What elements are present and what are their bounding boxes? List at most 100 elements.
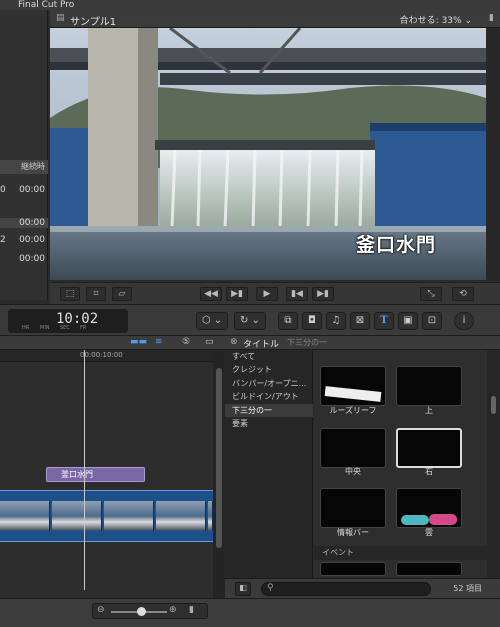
effects-browser-icon[interactable]: ⧉ xyxy=(278,312,298,330)
zoom-slider-group: ⊖ ⊕ ▮ xyxy=(92,603,208,619)
tile-label: ルーズリーフ xyxy=(329,406,377,415)
category-item-selected[interactable]: 下三分の一 xyxy=(225,404,313,417)
category-item[interactable]: 要素 xyxy=(225,417,313,430)
ruler-timecode: 00:00:10:00 xyxy=(80,351,123,359)
category-item[interactable]: クレジット xyxy=(225,363,313,376)
row-value-right: 00:00 xyxy=(19,235,45,245)
retime-icon[interactable]: ↻ ⌄ xyxy=(234,312,266,330)
filmstrip-icon: ▤ xyxy=(56,13,65,23)
timecode-display[interactable]: 10:02 HR MIN SEC FR xyxy=(8,309,128,333)
main-toolbar: 10:02 HR MIN SEC FR ⬡ ⌄ ↻ ⌄ ⧉ ◘ ♫ ⊠ T ▣ … xyxy=(0,304,500,336)
music-browser-icon[interactable]: ♫ xyxy=(326,312,346,330)
go-to-end-icon[interactable]: ▶▮ xyxy=(312,287,334,301)
title-tile[interactable] xyxy=(320,488,386,528)
select-tool-icon[interactable]: ⬡ ⌄ xyxy=(196,312,228,330)
viewer-header: ▤ サンプル1 合わせる: 33% ⌄ ▮ xyxy=(50,10,500,28)
timeline-header: ▬▬ ≋ ⑤ ▭ xyxy=(0,336,225,350)
zoom-slider-knob[interactable] xyxy=(137,607,146,616)
column-header-duration[interactable]: 継続時 xyxy=(0,160,48,174)
app-title: Final Cut Pro xyxy=(18,0,75,10)
titles-browser-icon[interactable]: T xyxy=(374,312,394,330)
view-options-icon[interactable]: ⬚ xyxy=(60,287,80,301)
timecode-unit: SEC xyxy=(60,325,70,331)
category-item[interactable]: バンパー/オープニ... xyxy=(225,377,313,390)
search-icon: ⚲ xyxy=(267,583,274,593)
clip-thumbnail xyxy=(52,501,102,531)
rewind-icon[interactable]: ◀◀ xyxy=(200,287,222,301)
viewer-canvas: 釜口水門 xyxy=(50,28,486,280)
go-to-start-icon[interactable]: ▮◀ xyxy=(286,287,308,301)
clip-thumbnail xyxy=(0,501,50,531)
clip-thumbnail xyxy=(156,501,206,531)
fit-label: 合わせる: xyxy=(399,16,439,26)
title-tile[interactable] xyxy=(320,366,386,406)
title-tile[interactable] xyxy=(396,366,462,406)
browser-title: タイトル xyxy=(243,340,280,350)
bottom-bar: ⊖ ⊕ ▮ xyxy=(0,598,500,627)
themes-icon[interactable]: ⊡ xyxy=(422,312,442,330)
timecode-unit: HR xyxy=(22,325,30,331)
clip-height-icon[interactable]: ▮ xyxy=(189,605,194,615)
search-input[interactable]: ⚲ xyxy=(261,582,431,596)
item-count: 52 項目 xyxy=(453,584,482,593)
switch-icon[interactable]: ▮ xyxy=(489,13,494,23)
title-clip[interactable]: 釜口水門 xyxy=(46,467,145,482)
category-list: すべて クレジット バンパー/オープニ... ビルドイン/アウト 下三分の一 要… xyxy=(225,350,313,578)
category-item[interactable]: ビルドイン/アウト xyxy=(225,390,313,403)
photo-browser-icon[interactable]: ◘ xyxy=(302,312,322,330)
fullscreen-icon[interactable]: ⤡ xyxy=(420,287,442,301)
clip-appearance-icon[interactable]: ▭ xyxy=(205,337,214,347)
titles-grid: ルーズリーフ 上 中央 右 情報バー 雲 イベント xyxy=(314,350,487,578)
timeline-ruler[interactable]: 00:00:10:00 xyxy=(0,350,213,362)
video-clip[interactable] xyxy=(0,490,213,542)
tile-label: 右 xyxy=(425,467,433,476)
clip-thumbnail xyxy=(208,501,213,531)
distort-icon[interactable]: ▱ xyxy=(112,287,132,301)
title-tile[interactable] xyxy=(320,562,386,576)
zoom-out-icon[interactable]: ⊖ xyxy=(97,605,105,615)
cloud-preview-pink xyxy=(429,514,457,525)
timeline-area[interactable] xyxy=(0,362,213,602)
app-title-bar: Final Cut Pro xyxy=(0,0,500,10)
title-tile[interactable] xyxy=(396,562,462,576)
left-panel: 継続時 0 00:00 8 00:00 2 00:00 00:00 xyxy=(0,10,48,300)
tile-label: 中央 xyxy=(345,467,361,476)
snapping-icon[interactable]: ⑤ xyxy=(182,337,190,347)
cloud-preview-teal xyxy=(401,515,429,525)
clip-thumbnail xyxy=(104,501,154,531)
generators-icon[interactable]: ▣ xyxy=(398,312,418,330)
titles-browser-header: ⊗ タイトル 下三分の一 xyxy=(225,336,500,350)
sidebar-toggle-icon[interactable]: ◧ xyxy=(235,582,251,596)
play-button[interactable]: ▶ xyxy=(256,287,278,301)
row-value-right[interactable]: 00:00 xyxy=(0,218,48,228)
title-tile[interactable] xyxy=(396,488,462,528)
transport-bar: ⬚ ⌗ ▱ ◀◀ ▶▮ ▶ ▮◀ ▶▮ ⤡ ⟲ xyxy=(50,282,500,304)
crop-icon[interactable]: ⌗ xyxy=(86,287,106,301)
title-tile[interactable] xyxy=(320,428,386,468)
zoom-in-icon[interactable]: ⊕ xyxy=(169,605,177,615)
audio-wave-icon[interactable]: ≋ xyxy=(155,337,163,347)
close-icon[interactable]: ⊗ xyxy=(230,337,238,347)
tile-label: 雲 xyxy=(425,528,433,537)
project-name: サンプル1 xyxy=(70,17,117,28)
row-value-right: 00:00 xyxy=(19,185,45,195)
inspector-icon[interactable]: i xyxy=(454,312,474,330)
section-header: イベント xyxy=(314,546,487,560)
zoom-control[interactable]: 合わせる: 33% ⌄ xyxy=(400,13,472,26)
timeline-scrollbar[interactable] xyxy=(213,350,225,602)
row-value-right: 00:00 xyxy=(19,254,45,264)
zoom-value: 33% xyxy=(441,16,462,26)
title-caption: 釜口水門 xyxy=(356,234,437,256)
title-tile-selected[interactable] xyxy=(396,428,462,468)
timecode-unit: MIN xyxy=(40,325,50,331)
loop-icon[interactable]: ⟲ xyxy=(452,287,474,301)
browser-subtitle: 下三分の一 xyxy=(287,338,327,347)
tile-label: 情報バー xyxy=(337,528,369,537)
tile-label: 上 xyxy=(425,406,433,415)
step-forward-icon[interactable]: ▶▮ xyxy=(226,287,248,301)
playhead[interactable] xyxy=(84,350,85,590)
video-only-icon[interactable]: ▬▬ xyxy=(130,337,147,347)
browser-scrollbar[interactable] xyxy=(487,350,500,578)
transitions-icon[interactable]: ⊠ xyxy=(350,312,370,330)
category-item[interactable]: すべて xyxy=(225,350,313,363)
